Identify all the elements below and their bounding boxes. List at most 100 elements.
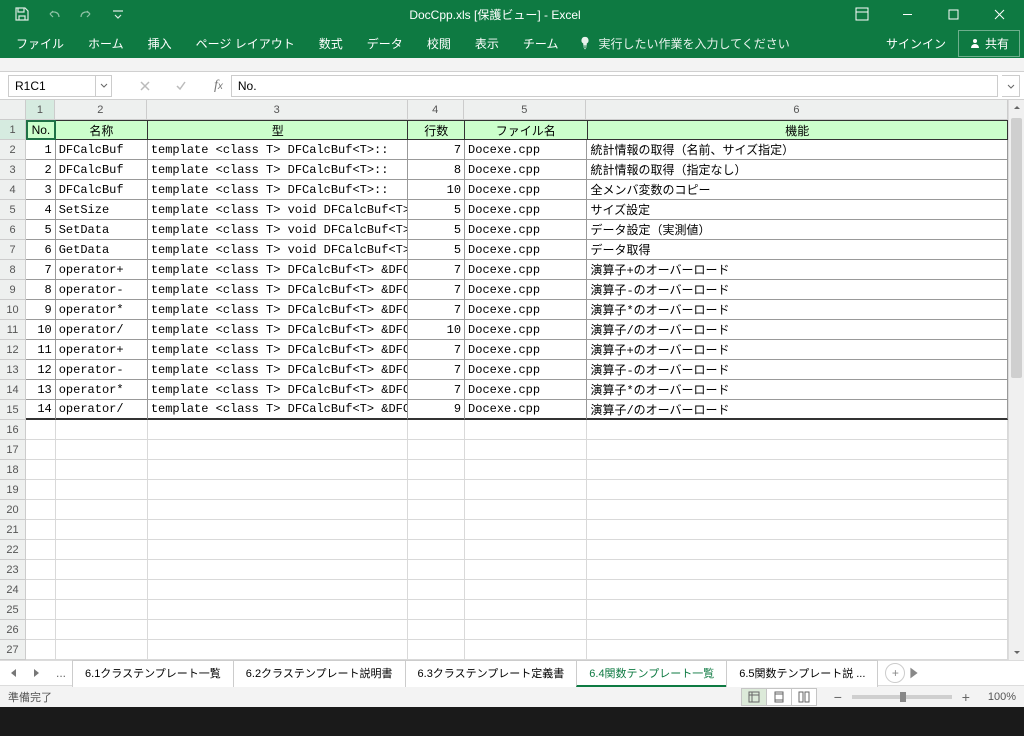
row-header[interactable]: 20 <box>0 500 25 520</box>
table-cell[interactable]: Docexe.cpp <box>465 140 587 160</box>
table-cell[interactable]: 演算子/のオーバーロード <box>587 320 1008 340</box>
page-layout-view-button[interactable] <box>766 688 792 706</box>
table-header-cell[interactable]: 機能 <box>588 120 1009 140</box>
table-cell[interactable]: 13 <box>26 380 56 400</box>
table-cell[interactable]: template <class T> DFCalcBuf<T> &DFCal <box>148 360 409 380</box>
name-box[interactable]: R1C1 <box>8 75 96 97</box>
ribbon-display-options-button[interactable] <box>850 2 874 26</box>
table-cell[interactable]: template <class T> DFCalcBuf<T> &DFCal <box>148 400 409 420</box>
table-cell[interactable]: 3 <box>26 180 56 200</box>
share-button[interactable]: 共有 <box>958 30 1020 57</box>
table-cell[interactable]: 8 <box>26 280 56 300</box>
empty-cell[interactable] <box>26 560 56 580</box>
empty-cell[interactable] <box>56 560 148 580</box>
ribbon-tab-3[interactable]: ページ レイアウト <box>184 29 307 58</box>
table-cell[interactable]: 7 <box>408 280 465 300</box>
table-cell[interactable]: 5 <box>408 240 465 260</box>
empty-cell[interactable] <box>148 600 409 620</box>
table-cell[interactable]: Docexe.cpp <box>465 280 587 300</box>
empty-cell[interactable] <box>465 540 587 560</box>
zoom-slider-thumb[interactable] <box>900 692 906 702</box>
select-all-corner[interactable] <box>0 100 26 120</box>
empty-cell[interactable] <box>26 620 56 640</box>
table-cell[interactable]: 7 <box>408 340 465 360</box>
table-cell[interactable]: 10 <box>408 180 465 200</box>
row-header[interactable]: 14 <box>0 380 25 400</box>
enter-formula-button[interactable] <box>172 77 190 95</box>
table-cell[interactable]: operator* <box>56 300 148 320</box>
row-header[interactable]: 8 <box>0 260 25 280</box>
table-cell[interactable]: 10 <box>408 320 465 340</box>
ribbon-tab-5[interactable]: データ <box>355 29 415 58</box>
empty-cell[interactable] <box>587 640 1008 660</box>
table-cell[interactable]: operator* <box>56 380 148 400</box>
empty-cell[interactable] <box>56 540 148 560</box>
row-header[interactable]: 5 <box>0 200 25 220</box>
table-cell[interactable]: Docexe.cpp <box>465 340 587 360</box>
table-header-cell[interactable]: 型 <box>148 120 408 140</box>
table-cell[interactable]: Docexe.cpp <box>465 360 587 380</box>
empty-cell[interactable] <box>465 440 587 460</box>
table-cell[interactable]: サイズ設定 <box>587 200 1008 220</box>
tab-nav-prev-button[interactable] <box>8 667 20 679</box>
empty-cell[interactable] <box>26 580 56 600</box>
empty-cell[interactable] <box>587 440 1008 460</box>
tab-nav-next-button[interactable] <box>30 667 42 679</box>
table-cell[interactable]: Docexe.cpp <box>465 400 587 420</box>
empty-cell[interactable] <box>587 580 1008 600</box>
empty-cell[interactable] <box>408 420 465 440</box>
table-cell[interactable]: Docexe.cpp <box>465 160 587 180</box>
empty-cell[interactable] <box>587 540 1008 560</box>
table-cell[interactable]: operator/ <box>56 320 148 340</box>
empty-cell[interactable] <box>148 640 409 660</box>
empty-cell[interactable] <box>587 480 1008 500</box>
empty-cell[interactable] <box>465 420 587 440</box>
row-header[interactable]: 2 <box>0 140 25 160</box>
scroll-up-button[interactable] <box>1009 100 1024 116</box>
empty-cell[interactable] <box>465 600 587 620</box>
table-cell[interactable]: Docexe.cpp <box>465 380 587 400</box>
zoom-in-button[interactable]: + <box>958 689 974 705</box>
row-header[interactable]: 13 <box>0 360 25 380</box>
table-cell[interactable]: template <class T> DFCalcBuf<T> &DFCal <box>148 260 409 280</box>
empty-cell[interactable] <box>26 440 56 460</box>
scroll-down-button[interactable] <box>1009 644 1024 660</box>
page-break-view-button[interactable] <box>791 688 817 706</box>
table-cell[interactable]: Docexe.cpp <box>465 260 587 280</box>
column-header[interactable]: 4 <box>408 100 464 119</box>
table-cell[interactable]: template <class T> DFCalcBuf<T>:: <box>148 160 409 180</box>
table-cell[interactable]: template <class T> DFCalcBuf<T> &DFCal <box>148 300 409 320</box>
empty-cell[interactable] <box>148 540 409 560</box>
column-header[interactable]: 5 <box>464 100 586 119</box>
table-cell[interactable]: Docexe.cpp <box>465 180 587 200</box>
maximize-button[interactable] <box>932 0 974 28</box>
ribbon-tab-8[interactable]: チーム <box>511 29 571 58</box>
table-header-cell[interactable]: No. <box>26 120 56 140</box>
empty-cell[interactable] <box>408 600 465 620</box>
table-cell[interactable]: operator+ <box>56 340 148 360</box>
empty-cell[interactable] <box>587 460 1008 480</box>
table-cell[interactable]: 演算子+のオーバーロード <box>587 340 1008 360</box>
row-header[interactable]: 1 <box>0 120 25 140</box>
empty-cell[interactable] <box>408 460 465 480</box>
table-cell[interactable]: 4 <box>26 200 56 220</box>
empty-cell[interactable] <box>56 440 148 460</box>
row-header[interactable]: 9 <box>0 280 25 300</box>
table-cell[interactable]: GetData <box>56 240 148 260</box>
table-cell[interactable]: template <class T> DFCalcBuf<T>:: <box>148 180 409 200</box>
empty-cell[interactable] <box>148 480 409 500</box>
empty-cell[interactable] <box>587 560 1008 580</box>
empty-cell[interactable] <box>465 520 587 540</box>
table-cell[interactable]: 演算子*のオーバーロード <box>587 300 1008 320</box>
table-cell[interactable]: DFCalcBuf <box>56 180 148 200</box>
empty-cell[interactable] <box>408 560 465 580</box>
empty-cell[interactable] <box>26 480 56 500</box>
empty-cell[interactable] <box>587 500 1008 520</box>
table-cell[interactable]: 5 <box>26 220 56 240</box>
empty-cell[interactable] <box>148 420 409 440</box>
table-cell[interactable]: Docexe.cpp <box>465 220 587 240</box>
empty-cell[interactable] <box>56 620 148 640</box>
sheet-tab[interactable]: 6.3クラステンプレート定義書 <box>405 660 578 687</box>
zoom-out-button[interactable]: − <box>830 689 846 705</box>
table-cell[interactable]: SetSize <box>56 200 148 220</box>
